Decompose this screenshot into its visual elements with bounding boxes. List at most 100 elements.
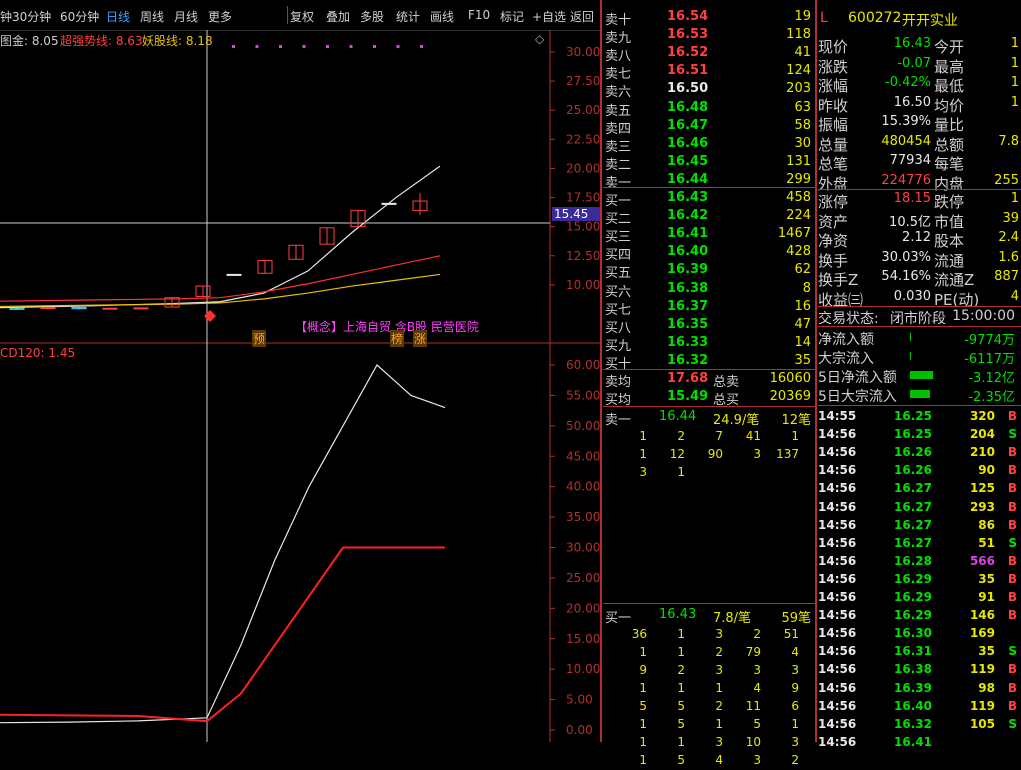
toolbar-item-5[interactable]: 月线 (174, 8, 198, 25)
queue-cell: 1 (677, 681, 685, 695)
tick-row[interactable]: 14:56 16.27 293 B (818, 499, 1021, 517)
queue_buy-queue-row: 1 5 1 5 1 (603, 716, 815, 734)
asks-volume: 58 (794, 117, 811, 133)
asks-row-4[interactable]: 卖六 16.50 203 (603, 80, 815, 100)
queue-cell: 90 (707, 447, 723, 461)
tick-row[interactable]: 14:56 16.31 35 S (818, 643, 1021, 661)
tick-row[interactable]: 14:56 16.29 146 B (818, 607, 1021, 625)
asks-row-7[interactable]: 卖三 16.46 30 (603, 135, 815, 155)
tick-row[interactable]: 14:56 16.41 (818, 734, 1021, 752)
tick-row[interactable]: 14:56 16.29 91 B (818, 589, 1021, 607)
queue-cell: 3 (753, 663, 761, 677)
tick-row[interactable]: 14:56 16.30 169 (818, 625, 1021, 643)
bids-row-5[interactable]: 买六 16.38 8 (603, 280, 815, 300)
tick-row[interactable]: 14:56 16.25 204 S (818, 426, 1021, 444)
bids-row-2[interactable]: 买三 16.41 1467 (603, 225, 815, 245)
marker-yu: 预 (252, 330, 267, 347)
bids-row-3[interactable]: 买四 16.40 428 (603, 243, 815, 263)
tick-time: 14:56 (818, 481, 857, 496)
tick-row[interactable]: 14:56 16.28 566 B (818, 553, 1021, 571)
kline-chart[interactable]: 30.00 27.50 25.00 22.50 20.00 17.50 15.00 12.50… (0, 30, 600, 742)
toolbar-item-8[interactable]: 叠加 (326, 8, 350, 25)
asks-volume: 19 (794, 9, 811, 24)
tick-row[interactable]: 14:56 16.38 119 B (818, 661, 1021, 679)
toolbar-item-3[interactable]: 日线 (106, 8, 130, 25)
toolbar-item-10[interactable]: 统计 (396, 8, 420, 25)
asks-row-5[interactable]: 卖五 16.48 63 (603, 99, 815, 119)
tick-volume: 169 (969, 626, 995, 641)
tick-price: 16.27 (894, 517, 932, 532)
tick-row[interactable]: 14:56 16.39 98 B (818, 680, 1021, 698)
asks-row-1[interactable]: 卖九 16.53 118 (603, 26, 815, 46)
tick-direction: S (1008, 644, 1017, 659)
queue-cell: 9 (791, 681, 799, 695)
queue_buy-queue-row: 1 1 1 4 9 (603, 680, 815, 698)
tick-price: 16.26 (894, 463, 932, 478)
tick-price: 16.39 (894, 680, 932, 695)
flow-bar (910, 371, 933, 379)
bids-row-0[interactable]: 买一 16.43 458 (603, 189, 815, 209)
tick-row[interactable]: 14:56 16.27 125 B (818, 480, 1021, 498)
tick-row[interactable]: 14:56 16.26 90 B (818, 462, 1021, 480)
toolbar-item-1[interactable]: 30分钟 (12, 8, 51, 25)
toolbar-item-13[interactable]: 标记 (500, 8, 524, 25)
toolbar-item-11[interactable]: 画线 (430, 8, 454, 25)
queue-cell: 1 (715, 681, 723, 695)
toolbar-item-0[interactable]: 钟 (0, 8, 12, 25)
bids-row-1[interactable]: 买二 16.42 224 (603, 207, 815, 227)
toolbar-item-2[interactable]: 60分钟 (60, 8, 99, 25)
tick-time: 14:56 (818, 571, 857, 586)
asks-volume: 124 (786, 63, 811, 79)
tick-row[interactable]: 14:56 16.26 210 B (818, 444, 1021, 462)
bids-row-8[interactable]: 买九 16.33 14 (603, 334, 815, 354)
tick-direction: B (1007, 553, 1017, 568)
toolbar-item-14[interactable]: +自选 (532, 8, 566, 25)
asks-row-6[interactable]: 卖四 16.47 58 (603, 117, 815, 137)
price-label: 15.45 (552, 207, 602, 221)
quote-row: 昨收 16.50 均价 1 (818, 94, 1021, 115)
tick-time: 14:55 (818, 409, 857, 423)
tick-direction: B (1007, 517, 1017, 532)
bids-row-7[interactable]: 买八 16.35 47 (603, 316, 815, 336)
tick-row[interactable]: 14:55 16.25 320 B (818, 408, 1021, 426)
tick-row[interactable]: 14:56 16.27 51 S (818, 535, 1021, 553)
tick-volume: 204 (969, 427, 995, 442)
toolbar-item-4[interactable]: 周线 (140, 8, 164, 25)
asks-volume: 30 (794, 135, 811, 151)
asks-row-8[interactable]: 卖二 16.45 131 (603, 153, 815, 173)
quote-row: 外盘 224776 内盘 255 (818, 172, 1021, 193)
queue_sell-queue-row: 1 12 90 3 137 (603, 446, 815, 464)
asks-price: 16.50 (667, 81, 709, 97)
toolbar-item-7[interactable]: 复权 (290, 8, 314, 25)
signal-dot-7 (396, 45, 400, 48)
asks-row-0[interactable]: 卖十 16.54 19 (603, 8, 815, 28)
queue-cell: 5 (677, 717, 685, 731)
tick-volume: 125 (969, 481, 995, 496)
quote-value: 77934 (889, 153, 931, 168)
quote-value: -0.07 (897, 55, 931, 71)
period-toolbar: 钟 30分钟 60分钟 日线 周线 月线 更多 复权 叠加 多股 统计 画线 F10 标记 +自选 返回 (0, 0, 600, 31)
bids-row-4[interactable]: 买五 16.39 62 (603, 261, 815, 281)
asks-row-2[interactable]: 卖八 16.52 41 (603, 44, 815, 64)
tick-row[interactable]: 14:56 16.27 86 B (818, 517, 1021, 535)
asks-row-3[interactable]: 卖七 16.51 124 (603, 62, 815, 82)
bids-row-6[interactable]: 买七 16.37 16 (603, 298, 815, 318)
tick-row[interactable]: 14:56 16.29 35 B (818, 571, 1021, 589)
ask_avg-total: 16060 (769, 371, 811, 386)
toolbar-item-12[interactable]: F10 (468, 8, 490, 22)
sub-chart-legend: CD120: 1.45 (0, 346, 76, 360)
bids-volume: 47 (794, 316, 811, 332)
main-series-0 (0, 165, 441, 309)
flow-value: -3.12亿 (968, 371, 1015, 386)
bids-price: 16.42 (667, 208, 709, 224)
toolbar-item-15[interactable]: 返回 (570, 8, 594, 25)
tick-row[interactable]: 14:56 16.40 119 B (818, 698, 1021, 716)
toolbar-item-6[interactable]: 更多 (208, 8, 232, 25)
flow-label: 5日大宗流入 (818, 389, 897, 405)
bids-volume: 224 (786, 208, 811, 224)
tick-row[interactable]: 14:56 16.32 105 S (818, 716, 1021, 734)
sub-axis-tick-1: 55.00 (566, 388, 600, 402)
toolbar-item-9[interactable]: 多股 (360, 8, 384, 25)
queue-cell: 1 (639, 645, 647, 659)
bids-row-9[interactable]: 买十 16.32 35 (603, 352, 815, 372)
